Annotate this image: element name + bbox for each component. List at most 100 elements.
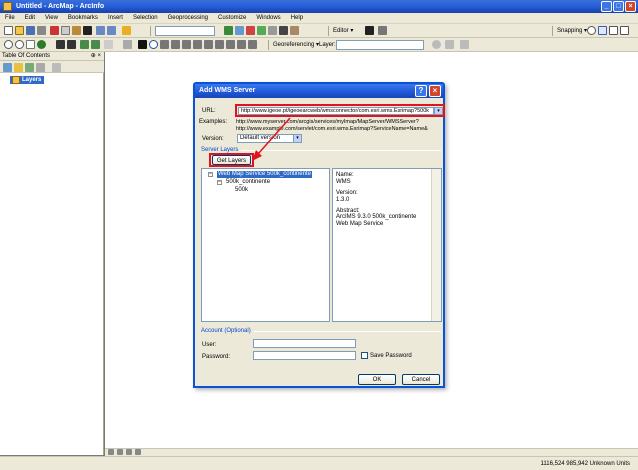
undo-icon[interactable] <box>96 26 105 35</box>
save-icon[interactable] <box>26 26 35 35</box>
list-by-selection-icon[interactable] <box>36 63 45 72</box>
print-icon[interactable] <box>37 26 46 35</box>
vertex-snapping-icon[interactable] <box>609 26 618 35</box>
get-layers-button[interactable]: Get Layers <box>212 155 251 165</box>
python-window-icon[interactable] <box>279 26 288 35</box>
edge-snapping-icon[interactable] <box>620 26 629 35</box>
point-snapping-icon[interactable] <box>587 26 596 35</box>
toc-options-icon[interactable] <box>52 63 61 72</box>
model-builder-icon[interactable] <box>290 26 299 35</box>
view-link-table-icon[interactable] <box>460 40 469 49</box>
redo-icon[interactable] <box>107 26 116 35</box>
add-data-icon[interactable] <box>122 26 131 35</box>
menu-view[interactable]: View <box>40 13 63 24</box>
help-icon[interactable]: ? <box>415 85 427 97</box>
georeferencing-menu[interactable]: Georeferencing ▾ <box>273 40 319 50</box>
menu-geoprocessing[interactable]: Geoprocessing <box>163 13 213 24</box>
edit-tool-icon[interactable] <box>365 26 374 35</box>
pause-drawing-icon[interactable] <box>135 449 141 455</box>
go-back-icon[interactable] <box>80 40 89 49</box>
menu-bookmarks[interactable]: Bookmarks <box>63 13 103 24</box>
swipe-icon[interactable] <box>248 40 257 49</box>
version-dropdown-arrow-icon[interactable]: ▾ <box>293 134 302 143</box>
url-dropdown-arrow-icon[interactable]: ▾ <box>434 107 443 115</box>
zoom-out-icon[interactable] <box>15 40 24 49</box>
tree-item-child[interactable]: 500k_continente <box>226 179 270 186</box>
paste-icon[interactable] <box>72 26 81 35</box>
search-window-icon[interactable] <box>257 26 266 35</box>
menu-help[interactable]: Help <box>286 13 308 24</box>
identify-icon[interactable] <box>149 40 158 49</box>
close-button[interactable]: × <box>625 1 636 12</box>
rotate-icon[interactable] <box>432 40 441 49</box>
go-to-xy-icon[interactable] <box>182 40 191 49</box>
list-by-visibility-icon[interactable] <box>25 63 34 72</box>
copy-icon[interactable] <box>61 26 70 35</box>
editor-toolbar-icon[interactable] <box>224 26 233 35</box>
user-input[interactable] <box>253 339 356 348</box>
find-icon[interactable] <box>160 40 169 49</box>
ok-button[interactable]: OK <box>358 374 396 385</box>
toc-layers-item[interactable]: Layers <box>10 76 45 84</box>
arctoolbox-icon[interactable] <box>268 26 277 35</box>
dialog-close-icon[interactable]: × <box>429 85 441 97</box>
measure-icon[interactable] <box>193 40 202 49</box>
toc-layers-label: Layers <box>22 77 42 83</box>
hyperlink-icon[interactable] <box>204 40 213 49</box>
standard-toolbar: Editor ▾ Snapping ▾ <box>0 24 638 38</box>
server-layers-tree[interactable]: − Web Map Service 500k_continente − 500k… <box>201 168 330 322</box>
time-slider-icon[interactable] <box>226 40 235 49</box>
sketch-tool-icon[interactable] <box>378 26 387 35</box>
tree-item-root[interactable]: Web Map Service 500k_continente <box>217 171 312 178</box>
select-elements-icon[interactable] <box>138 40 147 49</box>
menu-customize[interactable]: Customize <box>213 13 251 24</box>
minimize-button[interactable]: _ <box>601 1 612 12</box>
fixed-zoom-out-icon[interactable] <box>67 40 76 49</box>
catalog-window-icon[interactable] <box>246 26 255 35</box>
examples-label: Examples: <box>199 119 228 125</box>
map-scale-dropdown[interactable] <box>155 26 215 36</box>
find-route-icon[interactable] <box>171 40 180 49</box>
menu-insert[interactable]: Insert <box>103 13 128 24</box>
tree-collapse-root-icon[interactable]: − <box>208 172 213 177</box>
menu-edit[interactable]: Edit <box>20 13 40 24</box>
georef-layer-dropdown[interactable] <box>336 40 424 50</box>
menu-windows[interactable]: Windows <box>251 13 285 24</box>
open-icon[interactable] <box>15 26 24 35</box>
new-document-icon[interactable] <box>4 26 13 35</box>
full-extent-icon[interactable] <box>37 40 46 49</box>
toc-window-icon[interactable] <box>235 26 244 35</box>
select-features-icon[interactable] <box>104 40 113 49</box>
layout-view-icon[interactable] <box>117 449 123 455</box>
menu-selection[interactable]: Selection <box>128 13 163 24</box>
cancel-button[interactable]: Cancel <box>402 374 440 385</box>
create-viewer-window-icon[interactable] <box>237 40 246 49</box>
snapping-menu[interactable]: Snapping ▾ <box>557 26 587 36</box>
maximize-button[interactable]: □ <box>613 1 624 12</box>
url-input[interactable]: http://www.igeoe.pt/igeoearcweb/wmsconne… <box>238 107 434 115</box>
fixed-zoom-in-icon[interactable] <box>56 40 65 49</box>
cut-icon[interactable] <box>50 26 59 35</box>
menu-file[interactable]: File <box>0 13 20 24</box>
menu-bar: File Edit View Bookmarks Insert Selection Geop… <box>0 13 638 24</box>
add-control-points-icon[interactable] <box>445 40 454 49</box>
tree-item-grandchild[interactable]: 500k <box>235 187 248 194</box>
pan-icon[interactable] <box>26 40 35 49</box>
list-by-drawing-order-icon[interactable] <box>3 63 12 72</box>
end-snapping-icon[interactable] <box>598 26 607 35</box>
go-forward-icon[interactable] <box>91 40 100 49</box>
data-view-icon[interactable] <box>108 449 114 455</box>
layers-icon <box>12 76 20 84</box>
password-input[interactable] <box>253 351 356 360</box>
refresh-icon[interactable] <box>126 449 132 455</box>
editor-menu[interactable]: Editor ▾ <box>333 26 353 36</box>
tree-collapse-child-icon[interactable]: − <box>217 180 222 185</box>
zoom-in-icon[interactable] <box>4 40 13 49</box>
delete-icon[interactable] <box>83 26 92 35</box>
list-by-source-icon[interactable] <box>14 63 23 72</box>
html-popup-icon[interactable] <box>215 40 224 49</box>
clear-selection-icon[interactable] <box>123 40 132 49</box>
toc-pin-close[interactable]: ⊕ × <box>91 52 101 61</box>
info-scrollbar[interactable] <box>431 169 441 321</box>
save-password-checkbox[interactable] <box>361 352 368 359</box>
